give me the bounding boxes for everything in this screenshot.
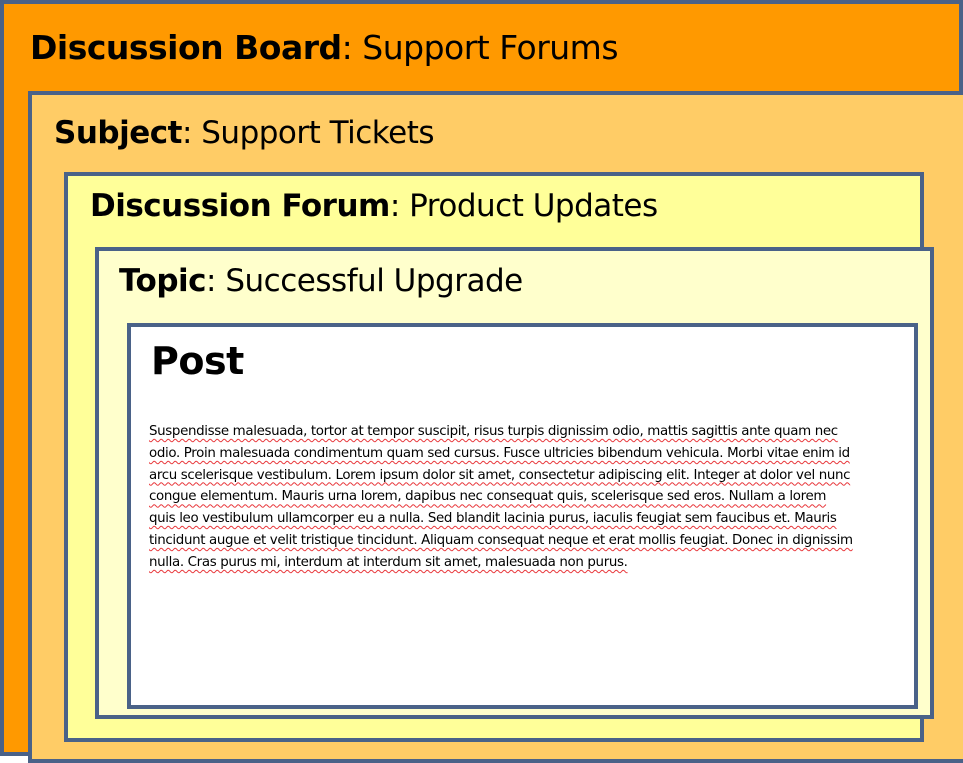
discussion-forum-box: Discussion Forum: Product Updates Topic:… <box>64 172 934 742</box>
discussion-board-box: Discussion Board: Support Forums Subject… <box>0 0 963 763</box>
topic-separator: : <box>206 263 216 299</box>
discussion-board-label: Discussion Board <box>30 28 342 67</box>
discussion-forum-value: Product Updates <box>409 188 658 224</box>
post-body: Suspendisse malesuada, tortor at tempor … <box>149 424 853 570</box>
subject-heading: Subject: Support Tickets <box>54 115 435 151</box>
subject-value: Support Tickets <box>201 115 435 151</box>
topic-box: Topic: Successful Upgrade Post Suspendis… <box>95 247 934 719</box>
discussion-board-value: Support Forums <box>362 28 619 67</box>
subject-label: Subject <box>54 115 182 151</box>
topic-label: Topic <box>119 263 207 299</box>
topic-heading: Topic: Successful Upgrade <box>119 263 523 299</box>
discussion-forum-heading: Discussion Forum: Product Updates <box>90 188 658 224</box>
discussion-board-separator: : <box>341 28 353 67</box>
subject-separator: : <box>181 115 192 151</box>
topic-value: Successful Upgrade <box>225 263 523 299</box>
subject-box: Subject: Support Tickets Discussion Foru… <box>28 91 963 763</box>
discussion-forum-label: Discussion Forum <box>90 188 390 224</box>
post-title: Post <box>151 339 244 383</box>
discussion-board-heading: Discussion Board: Support Forums <box>30 28 619 67</box>
discussion-forum-separator: : <box>389 188 400 224</box>
post-box: Post Suspendisse malesuada, tortor at te… <box>127 323 918 709</box>
